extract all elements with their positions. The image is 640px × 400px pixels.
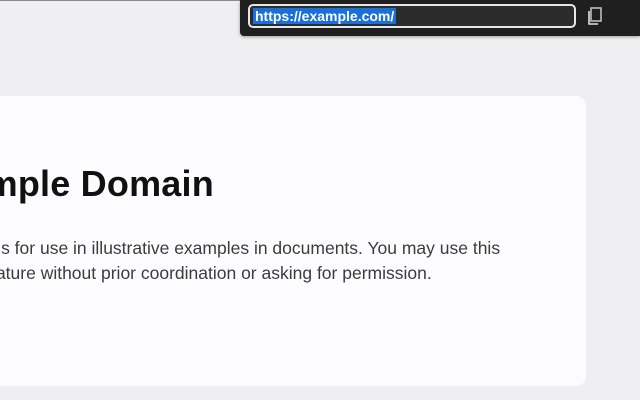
description-paragraph: This domain is for use in illustrative e… bbox=[0, 236, 580, 286]
copy-icon bbox=[586, 6, 604, 26]
description-line-2: domain in literature without prior coord… bbox=[0, 263, 432, 283]
content-card: Example Domain This domain is for use in… bbox=[0, 96, 586, 386]
description-line-1: This domain is for use in illustrative e… bbox=[0, 238, 501, 258]
page: https://example.com/ Example Domain This… bbox=[0, 0, 640, 400]
url-popup: https://example.com/ bbox=[240, 0, 640, 36]
copy-button[interactable] bbox=[586, 6, 604, 26]
url-text-selected[interactable]: https://example.com/ bbox=[253, 8, 397, 24]
url-field[interactable]: https://example.com/ bbox=[248, 4, 576, 28]
page-heading: Example Domain bbox=[0, 163, 214, 204]
